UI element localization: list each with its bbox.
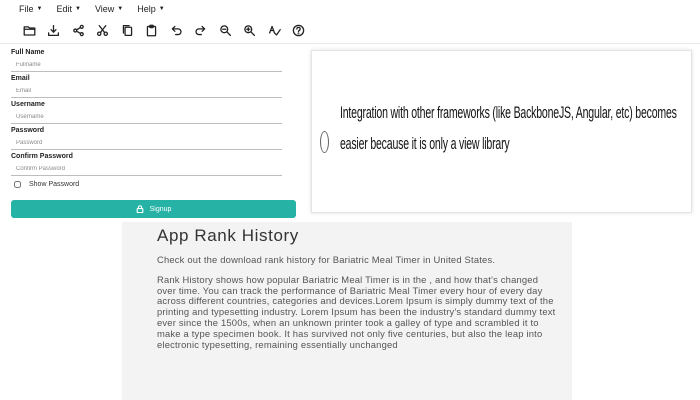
- rank-history-title: App Rank History: [157, 226, 299, 245]
- menu-help[interactable]: Help ▼: [137, 4, 164, 14]
- folder-icon[interactable]: [17, 20, 42, 40]
- menu-edit[interactable]: Edit ▼: [56, 4, 80, 14]
- menu-edit-label: Edit: [56, 3, 72, 14]
- menu-view-label: View: [94, 3, 115, 14]
- show-password-toggle[interactable]: Show Password: [14, 181, 79, 188]
- zoom-out-icon[interactable]: [213, 20, 238, 40]
- email-input[interactable]: [11, 84, 282, 98]
- password-field: Password: [11, 126, 282, 150]
- quote-text: Integration with other frameworks (like …: [340, 103, 677, 153]
- confirm-password-label: Confirm Password: [11, 153, 73, 160]
- menu-file[interactable]: File ▼: [19, 4, 42, 14]
- cut-icon[interactable]: [91, 20, 116, 40]
- menu-file-label: File: [19, 3, 34, 14]
- username-input[interactable]: [11, 110, 282, 124]
- signup-label: Signup: [149, 205, 172, 213]
- show-password-label: Show Password: [29, 181, 80, 188]
- copy-icon[interactable]: [115, 20, 140, 40]
- caret-down-icon: ▼: [158, 5, 165, 12]
- menu-view[interactable]: View ▼: [95, 4, 123, 14]
- redo-icon[interactable]: [189, 20, 214, 40]
- menu-bar: File ▼ Edit ▼ View ▼ Help ▼: [0, 0, 700, 17]
- lock-icon: [136, 205, 143, 213]
- toolbar: [0, 17, 700, 44]
- confirm-password-field: Confirm Password: [11, 152, 282, 176]
- rank-history-body: Rank History shows how popular Bariatric…: [157, 273, 556, 350]
- caret-down-icon: ▼: [117, 5, 124, 12]
- fullname-label: Full Name: [11, 49, 45, 56]
- password-label: Password: [11, 127, 45, 134]
- email-label: Email: [11, 75, 30, 82]
- signup-form: Full Name Email Username Password Confir…: [11, 48, 296, 218]
- app-window: File▼ Edit▼ View▼ Help▼ Full Name Email …: [0, 0, 700, 400]
- radio-icon[interactable]: [320, 131, 329, 153]
- signup-button[interactable]: Signup: [11, 200, 296, 218]
- spellcheck-icon[interactable]: [262, 20, 287, 40]
- caret-down-icon: ▼: [74, 5, 81, 12]
- show-password-checkbox[interactable]: [14, 181, 21, 188]
- username-field: Username: [11, 100, 282, 124]
- fullname-input[interactable]: [11, 58, 282, 72]
- caret-down-icon: ▼: [36, 5, 43, 12]
- quote-panel: Integration with other frameworks (like …: [311, 50, 692, 213]
- confirm-password-input[interactable]: [11, 162, 282, 176]
- password-input[interactable]: [11, 136, 282, 150]
- download-icon[interactable]: [42, 20, 67, 40]
- zoom-in-icon[interactable]: [238, 20, 263, 40]
- menu-help-label: Help: [137, 3, 156, 14]
- share-icon[interactable]: [66, 20, 91, 40]
- fullname-field: Full Name: [11, 48, 282, 72]
- clipboard-icon[interactable]: [140, 20, 165, 40]
- undo-icon[interactable]: [164, 20, 189, 40]
- email-field: Email: [11, 74, 282, 98]
- username-label: Username: [11, 101, 45, 108]
- rank-history-intro: Check out the download rank history for …: [157, 254, 496, 265]
- help-icon[interactable]: [287, 20, 312, 40]
- rank-history-panel: App Rank History Check out the download …: [122, 222, 572, 400]
